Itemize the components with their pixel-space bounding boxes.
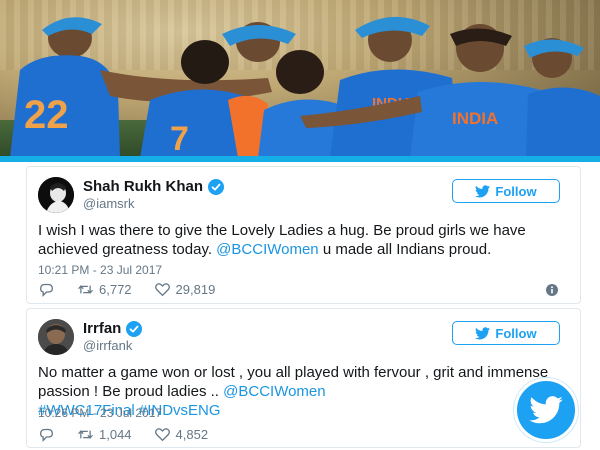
like-count: 29,819 xyxy=(175,282,216,297)
retweet-icon xyxy=(78,430,93,439)
user-handle[interactable]: @irrfank xyxy=(83,338,132,353)
retweet-count: 1,044 xyxy=(99,427,132,442)
reply-icon xyxy=(39,283,54,297)
avatar[interactable] xyxy=(38,177,74,213)
follow-button[interactable]: Follow xyxy=(452,321,560,345)
like-button[interactable]: 29,819 xyxy=(154,282,216,297)
team-photo: 22 7 INDIA INDIA xyxy=(0,0,600,158)
svg-text:7: 7 xyxy=(170,120,189,158)
retweet-count: 6,772 xyxy=(99,282,132,297)
verified-badge-icon xyxy=(126,320,143,337)
twitter-bird-icon xyxy=(529,396,563,424)
heart-icon xyxy=(154,283,170,297)
tweet-text-part: u made all Indians proud. xyxy=(318,241,492,258)
banner-divider xyxy=(0,156,600,162)
retweet-button[interactable]: 6,772 xyxy=(77,282,132,297)
twitter-logo-badge xyxy=(514,378,578,442)
tweet-timestamp[interactable]: 10:26 PM - 23 Jul 2017 xyxy=(38,406,162,420)
display-name[interactable]: Shah Rukh Khan xyxy=(83,178,203,195)
reply-button[interactable] xyxy=(38,427,55,442)
mention-link[interactable]: @BCCIWomen xyxy=(223,383,325,400)
avatar-photo-icon xyxy=(38,319,74,355)
tweet-actions: 6,772 29,819 xyxy=(38,282,215,297)
tweet-timestamp[interactable]: 10:21 PM - 23 Jul 2017 xyxy=(38,263,162,277)
twitter-bird-icon xyxy=(475,326,491,339)
retweet-icon xyxy=(78,285,93,294)
like-button[interactable]: 4,852 xyxy=(154,427,209,442)
players-illustration: 22 7 INDIA INDIA xyxy=(10,16,600,158)
avatar-silhouette-icon xyxy=(38,177,74,213)
verified-badge-icon xyxy=(208,178,225,195)
user-handle[interactable]: @iamsrk xyxy=(83,196,134,211)
svg-text:22: 22 xyxy=(24,93,69,137)
follow-label: Follow xyxy=(495,325,537,341)
svg-text:INDIA: INDIA xyxy=(452,109,498,128)
retweet-button[interactable]: 1,044 xyxy=(77,427,132,442)
mention-link[interactable]: @BCCIWomen xyxy=(216,241,318,258)
twitter-bird-icon xyxy=(475,184,491,197)
tweet-text: I wish I was there to give the Lovely La… xyxy=(38,221,573,259)
follow-label: Follow xyxy=(495,183,537,199)
tweet-card-irrfan: Irrfan @irrfank Follow No matter a game … xyxy=(26,308,581,448)
heart-icon xyxy=(154,428,170,442)
avatar[interactable] xyxy=(38,319,74,355)
reply-icon xyxy=(39,428,54,442)
follow-button[interactable]: Follow xyxy=(452,179,560,203)
tweet-card-srk: Shah Rukh Khan @iamsrk Follow I wish I w… xyxy=(26,166,581,304)
info-icon[interactable] xyxy=(546,284,558,296)
tweet-actions: 1,044 4,852 xyxy=(38,427,208,442)
like-count: 4,852 xyxy=(175,427,209,442)
player-far-right xyxy=(524,38,600,158)
reply-button[interactable] xyxy=(38,282,55,297)
display-name[interactable]: Irrfan xyxy=(83,320,121,337)
